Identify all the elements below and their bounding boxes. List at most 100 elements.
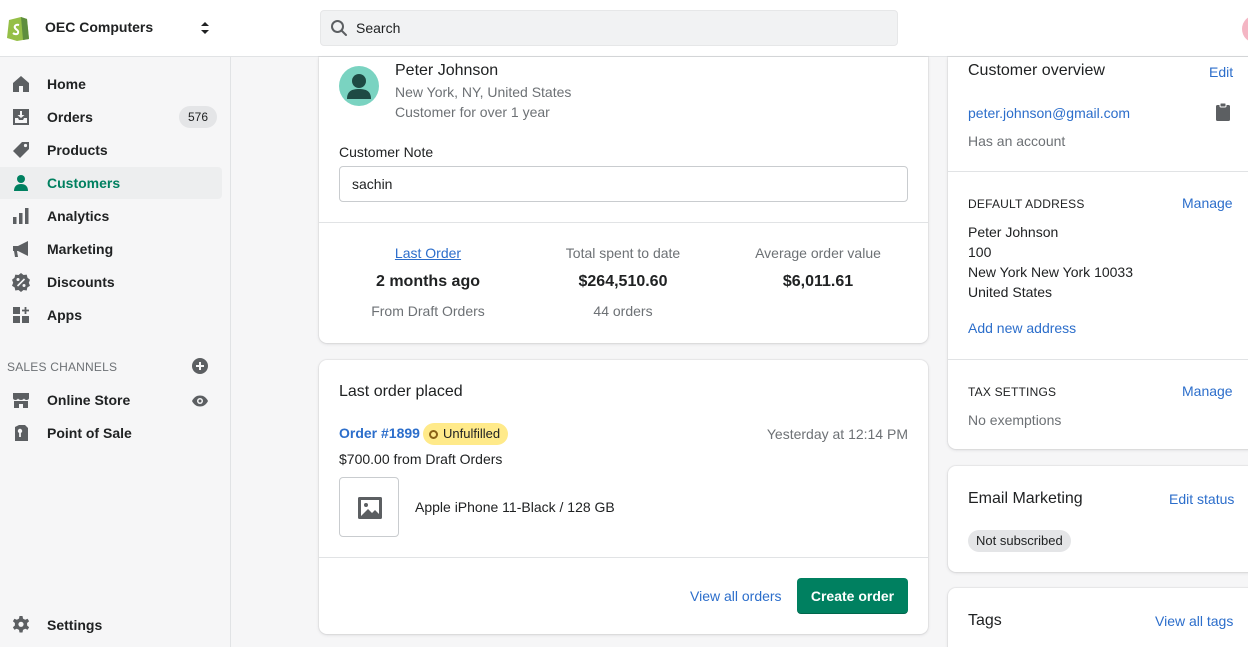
sidebar-item-point-of-sale[interactable]: Point of Sale [0, 417, 222, 449]
customer-email-link[interactable]: peter.johnson@gmail.com [968, 105, 1130, 121]
sidebar-item-settings[interactable]: Settings [0, 609, 222, 641]
add-channel-icon[interactable] [191, 357, 209, 375]
customer-note-input[interactable] [339, 166, 908, 202]
sidebar-item-analytics[interactable]: Analytics [0, 200, 222, 232]
pos-icon [15, 425, 28, 441]
orders-icon [13, 109, 29, 125]
eye-icon[interactable] [191, 392, 209, 410]
customer-note-label: Customer Note [339, 144, 434, 160]
stat-average-order: Average order value $6,011.61 [718, 245, 918, 291]
status-ring-icon [429, 430, 438, 439]
average-order-value: $6,011.61 [782, 273, 854, 290]
sidebar-item-home[interactable]: Home [0, 68, 222, 100]
sidebar: Home Orders 576 Products Customers Analy… [0, 57, 231, 647]
last-order-card: Last order placed Order #1899 Unfulfille… [319, 360, 928, 634]
divider [319, 222, 928, 223]
edit-overview-link[interactable]: Edit [1209, 64, 1233, 80]
user-avatar[interactable] [1242, 15, 1248, 43]
stat-last-order: Last Order 2 months ago From Draft Order… [328, 245, 528, 319]
create-order-button[interactable]: Create order [797, 578, 908, 614]
sidebar-item-label: Customers [47, 175, 121, 191]
customer-summary-card: Peter Johnson New York, NY, United State… [319, 57, 928, 343]
sidebar-item-customers[interactable]: Customers [0, 167, 222, 199]
view-all-orders-link[interactable]: View all orders [690, 588, 782, 604]
top-bar: OEC Computers [0, 0, 1248, 57]
manage-address-link[interactable]: Manage [1182, 195, 1233, 211]
search-input[interactable] [356, 11, 886, 45]
apps-icon [13, 307, 29, 323]
sidebar-item-products[interactable]: Products [0, 134, 222, 166]
divider [319, 557, 928, 558]
customer-avatar [339, 66, 379, 106]
sidebar-item-label: Marketing [47, 241, 114, 257]
tax-status: No exemptions [968, 412, 1062, 428]
default-address-heading: DEFAULT ADDRESS [968, 197, 1085, 211]
product-name: Apple iPhone 11-Black / 128 GB [415, 499, 615, 515]
store-icon [13, 393, 29, 408]
customer-since: Customer for over 1 year [395, 104, 550, 120]
sidebar-item-apps[interactable]: Apps [0, 299, 222, 331]
sidebar-item-label: Online Store [47, 392, 131, 408]
clipboard-icon[interactable] [1215, 102, 1231, 122]
shopify-logo-icon [7, 17, 29, 41]
card-title: Customer overview [968, 62, 1105, 79]
card-title: Email Marketing [968, 490, 1083, 507]
status-label: Unfulfilled [443, 426, 501, 441]
person-icon [347, 74, 371, 99]
last-order-source: From Draft Orders [371, 303, 485, 319]
customer-location: New York, NY, United States [395, 84, 572, 100]
total-spent-label: Total spent to date [565, 245, 681, 261]
tags-card: Tags View all tags [948, 588, 1248, 647]
sidebar-item-label: Analytics [47, 208, 110, 224]
sidebar-item-label: Settings [47, 617, 103, 633]
order-number-link[interactable]: Order #1899 [339, 425, 420, 441]
person-icon [14, 175, 28, 191]
account-status: Has an account [968, 133, 1066, 149]
address-line: New York New York 10033 [968, 264, 1133, 280]
subscription-badge: Not subscribed [968, 530, 1071, 552]
customer-overview-card: Customer overview Edit peter.johnson@gma… [948, 57, 1248, 449]
search-icon [331, 20, 347, 36]
sales-channels-heading: SALES CHANNELS [7, 360, 118, 374]
tax-settings-heading: TAX SETTINGS [968, 385, 1057, 399]
sidebar-item-orders[interactable]: Orders 576 [0, 101, 222, 133]
card-title: Last order placed [339, 383, 463, 400]
sidebar-item-label: Home [47, 76, 86, 92]
edit-status-link[interactable]: Edit status [1169, 491, 1234, 507]
product-thumbnail[interactable] [339, 477, 399, 537]
sidebar-item-label: Apps [47, 307, 82, 323]
store-name[interactable]: OEC Computers [45, 19, 153, 35]
stat-total-spent: Total spent to date $264,510.60 44 order… [523, 245, 723, 319]
view-all-tags-link[interactable]: View all tags [1155, 613, 1233, 629]
chevron-updown-icon[interactable] [196, 18, 214, 38]
divider [948, 359, 1248, 360]
sidebar-item-marketing[interactable]: Marketing [0, 233, 222, 265]
add-address-link[interactable]: Add new address [968, 320, 1076, 336]
card-title: Tags [968, 612, 1002, 629]
email-marketing-card: Email Marketing Edit status Not subscrib… [948, 466, 1248, 572]
home-icon [13, 76, 29, 92]
divider [948, 171, 1248, 172]
sidebar-item-discounts[interactable]: Discounts [0, 266, 222, 298]
search-bar[interactable] [320, 10, 898, 46]
manage-tax-link[interactable]: Manage [1182, 383, 1233, 399]
last-order-value: 2 months ago [375, 273, 480, 290]
address-line: Peter Johnson [968, 224, 1059, 240]
gear-icon [12, 616, 30, 633]
sidebar-item-label: Discounts [47, 274, 115, 290]
order-amount: $700.00 from Draft Orders [339, 451, 503, 467]
sidebar-item-online-store[interactable]: Online Store [0, 384, 222, 416]
fulfillment-status-badge: Unfulfilled [423, 423, 509, 445]
orders-count-badge: 576 [178, 106, 217, 128]
address-line: 100 [968, 244, 992, 260]
bar-chart-icon [13, 208, 29, 224]
image-placeholder-icon [358, 497, 382, 519]
order-timestamp: Yesterday at 12:14 PM [766, 426, 908, 442]
total-spent-value: $264,510.60 [578, 273, 668, 290]
average-order-label: Average order value [755, 245, 881, 261]
last-order-link[interactable]: Last Order [328, 245, 528, 261]
customer-name: Peter Johnson [395, 62, 499, 79]
tag-icon [13, 142, 29, 158]
sidebar-item-label: Products [47, 142, 108, 158]
megaphone-icon [13, 241, 28, 257]
